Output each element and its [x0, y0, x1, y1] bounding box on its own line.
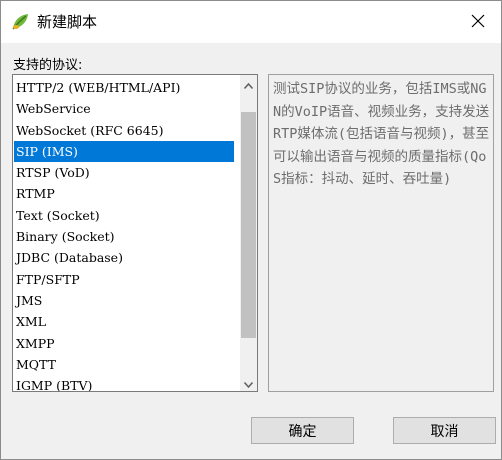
list-item[interactable]: FTP/SFTP — [14, 269, 234, 290]
list-item[interactable]: XMPP — [14, 333, 234, 354]
window-title: 新建脚本 — [37, 13, 98, 31]
scroll-up-button[interactable] — [240, 75, 257, 92]
list-item[interactable]: WebService — [14, 98, 234, 119]
protocol-list[interactable]: HTTP/2 (WEB/HTML/API) WebService WebSocket… — [12, 74, 258, 392]
chevron-up-icon — [243, 75, 254, 93]
protocol-description: 测试SIP协议的业务，包括IMS或NGN的VoIP语音、视频业务，支持发送RTP… — [273, 81, 490, 187]
list-item[interactable]: Binary (Socket) — [14, 226, 234, 247]
vertical-scrollbar[interactable] — [240, 75, 257, 391]
scroll-down-button[interactable] — [240, 374, 257, 391]
supported-protocols-label: 支持的协议: — [13, 58, 83, 73]
list-item[interactable]: JMS — [14, 290, 234, 311]
list-item[interactable]: HTTP/2 (WEB/HTML/API) — [14, 77, 234, 98]
protocol-description-box: 测试SIP协议的业务，包括IMS或NGN的VoIP语音、视频业务，支持发送RTP… — [268, 74, 494, 392]
new-script-dialog: 新建脚本 支持的协议: HTTP/2 (WEB/HTML/API) WebServ… — [0, 0, 502, 460]
list-item[interactable]: Text (Socket) — [14, 205, 234, 226]
list-item[interactable]: WebSocket (RFC 6645) — [14, 120, 234, 141]
list-item[interactable]: IGMP (BTV) — [14, 375, 234, 391]
scrollbar-thumb[interactable] — [241, 112, 256, 338]
close-icon — [471, 13, 485, 32]
protocol-list-items: HTTP/2 (WEB/HTML/API) WebService WebSocket… — [14, 77, 234, 391]
list-item[interactable]: JDBC (Database) — [14, 247, 234, 268]
leaf-icon — [10, 12, 30, 32]
list-item[interactable]: RTMP — [14, 183, 234, 204]
list-item[interactable]: SIP (IMS) — [14, 140, 234, 163]
list-item[interactable]: RTSP (VoD) — [14, 162, 234, 183]
title-bar: 新建脚本 — [1, 1, 501, 43]
chevron-down-icon — [243, 373, 254, 391]
ok-button[interactable]: 确定 — [251, 417, 354, 444]
list-item[interactable]: MQTT — [14, 354, 234, 375]
close-button[interactable] — [455, 1, 501, 43]
cancel-button[interactable]: 取消 — [393, 417, 496, 444]
list-item[interactable]: XML — [14, 311, 234, 332]
